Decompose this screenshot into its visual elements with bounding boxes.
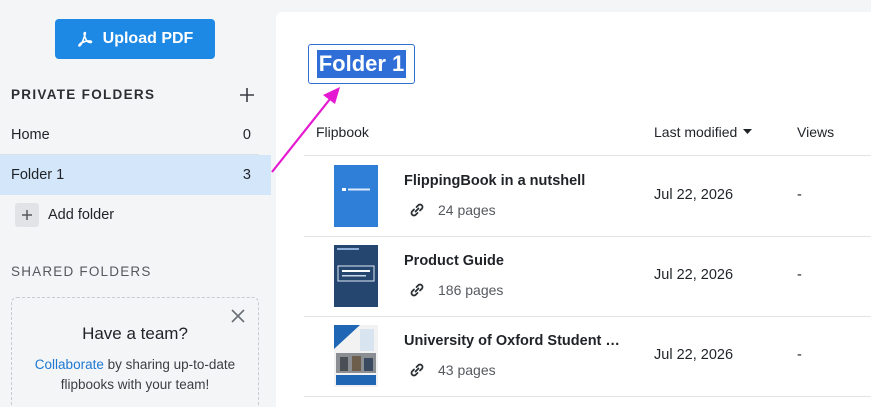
upload-pdf-button[interactable]: Upload PDF — [55, 19, 215, 59]
folder-item-home[interactable]: Home 0 — [0, 115, 271, 155]
last-modified-date: Jul 22, 2026 — [654, 187, 734, 203]
last-modified-date: Jul 22, 2026 — [654, 347, 734, 363]
flipbook-pages: 24 pages — [408, 201, 496, 219]
last-modified-date: Jul 22, 2026 — [654, 267, 734, 283]
collaborate-link[interactable]: Collaborate — [35, 357, 104, 372]
annotation-arrow — [271, 87, 340, 173]
add-folder-plus-icon — [15, 203, 39, 227]
flipbook-pages: 186 pages — [408, 281, 503, 299]
link-icon[interactable] — [408, 201, 426, 219]
pages-count: 186 pages — [438, 282, 504, 298]
flipbook-title[interactable]: University of Oxford Student Handbook — [404, 333, 624, 349]
add-folder-button[interactable]: Add folder — [15, 203, 114, 227]
sidebar: Upload PDF PRIVATE FOLDERS Home 0 Folder… — [0, 0, 271, 407]
column-header-last-modified[interactable]: Last modified — [654, 124, 753, 140]
flipbook-title[interactable]: FlippingBook in a nutshell — [404, 173, 585, 189]
header-divider — [304, 155, 871, 156]
table-row[interactable]: Product Guide 186 pages Jul 22, 2026 - — [304, 237, 871, 317]
folder-name: Folder 1 — [11, 167, 65, 183]
folder-count: 0 — [242, 127, 251, 143]
team-card-text: Collaborate by sharing up-to-date flipbo… — [22, 355, 248, 395]
folder-title-editor[interactable]: Folder 1 — [308, 44, 415, 84]
team-promo-card: Have a team? Collaborate by sharing up-t… — [11, 297, 259, 407]
page-title[interactable]: Folder 1 — [316, 50, 407, 78]
column-header-label: Last modified — [654, 124, 738, 140]
sort-down-icon — [743, 129, 753, 134]
views-count: - — [797, 267, 802, 283]
folder-name: Home — [11, 127, 50, 143]
column-header-views: Views — [797, 124, 835, 140]
close-icon[interactable] — [231, 309, 245, 323]
views-count: - — [797, 187, 802, 203]
flipbook-thumbnail[interactable] — [334, 245, 378, 307]
upload-pdf-label: Upload PDF — [102, 30, 194, 47]
link-icon[interactable] — [408, 281, 426, 299]
team-card-title: Have a team? — [82, 324, 188, 343]
shared-folders-heading: SHARED FOLDERS — [11, 264, 152, 279]
views-count: - — [797, 347, 802, 363]
plus-icon — [240, 88, 254, 102]
main-panel: Folder 1 Flipbook Last modified Views Fl… — [276, 12, 871, 407]
table-row[interactable]: FlippingBook in a nutshell 24 pages Jul … — [304, 157, 871, 237]
add-folder-label: Add folder — [48, 207, 115, 223]
table-row[interactable]: University of Oxford Student Handbook 43… — [304, 317, 871, 397]
folder-item-folder-1[interactable]: Folder 1 3 — [0, 155, 271, 195]
pages-count: 43 pages — [438, 362, 496, 378]
folder-count: 3 — [242, 167, 251, 183]
link-icon[interactable] — [408, 361, 426, 379]
add-private-folder-button[interactable] — [238, 86, 256, 104]
flipbook-title[interactable]: Product Guide — [404, 253, 504, 269]
pages-count: 24 pages — [438, 202, 496, 218]
pdf-icon — [77, 31, 92, 47]
flipbook-thumbnail[interactable] — [334, 325, 378, 387]
flipbook-pages: 43 pages — [408, 361, 496, 379]
private-folders-heading: PRIVATE FOLDERS — [11, 87, 156, 102]
